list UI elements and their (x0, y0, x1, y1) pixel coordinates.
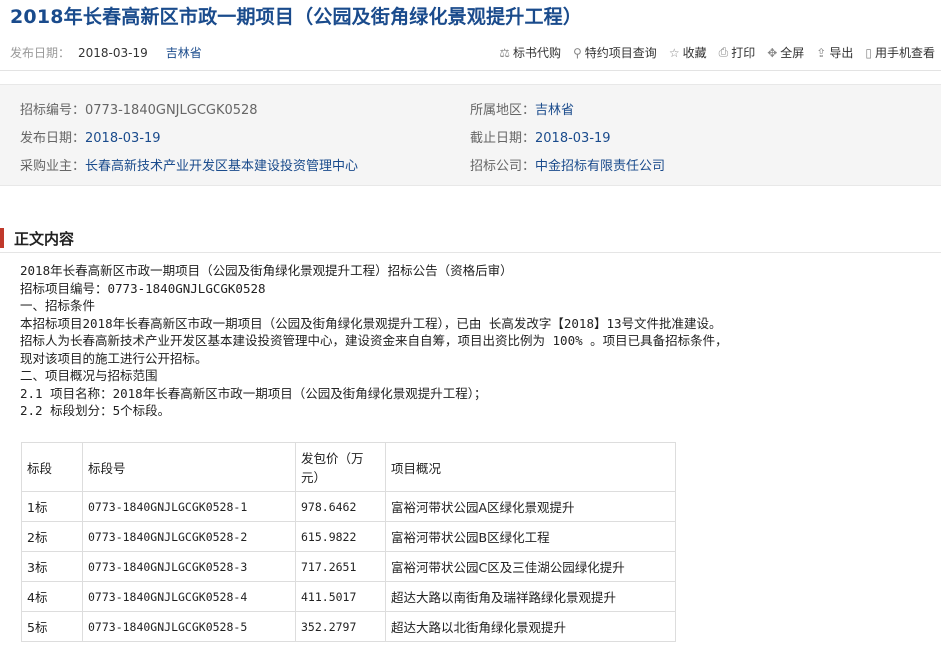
col-header-overview: 项目概况 (385, 442, 676, 492)
lot-number-cell: 0773-1840GNJLGCGK0528-1 (82, 491, 296, 522)
price-cell: 717.2651 (295, 551, 386, 582)
table-row: 3标 0773-1840GNJLGCGK0528-3 717.2651 富裕河带… (21, 551, 676, 582)
document-icon: ⚖ (499, 45, 510, 60)
table-row: 4标 0773-1840GNJLGCGK0528-4 411.5017 超达大路… (21, 581, 676, 612)
body-line: 二、项目概况与招标范围 (20, 368, 158, 383)
fullscreen-icon: ✥ (767, 45, 778, 60)
info-panel: 招标编号：0773-1840GNJLGCGK0528 所属地区：吉林省 发布日期… (0, 84, 941, 186)
owner-link[interactable]: 长春高新技术产业开发区基本建设投资管理中心 (85, 159, 358, 174)
owner-row: 采购业主：长春高新技术产业开发区基本建设投资管理中心 (20, 155, 358, 174)
overview-cell: 超达大路以北街角绿化景观提升 (385, 611, 676, 642)
price-cell: 411.5017 (295, 581, 386, 612)
col-header-price: 发包价（万元） (295, 442, 386, 492)
lot-number-cell: 0773-1840GNJLGCGK0528-2 (82, 521, 296, 552)
body-line: 现对该项目的施工进行公开招标。 (20, 350, 208, 366)
price-cell: 615.9822 (295, 521, 386, 552)
fullscreen-button[interactable]: ✥ 全屏 (767, 44, 804, 61)
body-line: 2.2 标段划分：5个标段。 (20, 403, 171, 418)
lot-number-cell: 0773-1840GNJLGCGK0528-3 (82, 551, 296, 582)
body-line: 2018年长春高新区市政一期项目（公园及街角绿化景观提升工程）招标公告（资格后审… (20, 263, 513, 278)
agency-link[interactable]: 中金招标有限责任公司 (535, 159, 665, 174)
search-icon: ⚲ (573, 45, 582, 60)
star-icon: ☆ (668, 45, 680, 60)
body-line: 2.1 项目名称：2018年长春高新区市政一期项目（公园及街角绿化景观提升工程）… (20, 385, 487, 401)
print-button[interactable]: ⎙ 打印 (719, 44, 756, 61)
publish-date: 2018-03-19 (78, 46, 148, 60)
overview-cell: 富裕河带状公园B区绿化工程 (385, 521, 676, 552)
overview-cell: 富裕河带状公园C区及三佳湖公园绿化提升 (385, 551, 676, 582)
deadline-label: 截止日期： (470, 131, 536, 146)
price-cell: 352.2797 (295, 611, 386, 642)
lots-table: 标段 标段号 发包价（万元） 项目概况 1标 0773-1840GNJLGCGK… (21, 442, 676, 642)
announcement-body: 2018年长春高新区市政一期项目（公园及街角绿化景观提升工程）招标公告（资格后审… (20, 262, 935, 420)
bid-purchase-button[interactable]: ⚖ 标书代购 (499, 44, 561, 61)
table-row: 1标 0773-1840GNJLGCGK0528-1 978.6462 富裕河带… (21, 491, 676, 522)
section-accent-bar (0, 228, 4, 248)
deadline-row: 截止日期：2018-03-19 (470, 127, 611, 146)
section-title: 正文内容 (14, 230, 75, 248)
print-icon: ⎙ (718, 45, 729, 59)
agency-label: 招标公司： (470, 159, 536, 174)
favorite-button[interactable]: ☆ 收藏 (669, 44, 707, 61)
content-section-header: 正文内容 (0, 226, 941, 253)
export-button[interactable]: ⇪ 导出 (816, 44, 853, 61)
bid-number-row: 招标编号：0773-1840GNJLGCGK0528 (20, 99, 258, 118)
region-link[interactable]: 吉林省 (535, 103, 574, 118)
table-header-row: 标段 标段号 发包价（万元） 项目概况 (21, 442, 676, 492)
col-header-lot: 标段 (21, 442, 83, 492)
col-header-lot-number: 标段号 (82, 442, 296, 492)
lot-cell: 5标 (21, 611, 83, 642)
region-label: 所属地区： (470, 103, 536, 118)
page-title: 2018年长春高新区市政一期项目（公园及街角绿化景观提升工程） (10, 6, 583, 28)
owner-label: 采购业主： (20, 159, 86, 174)
favorite-label: 收藏 (682, 46, 707, 60)
overview-cell: 富裕河带状公园A区绿化景观提升 (385, 491, 676, 522)
print-label: 打印 (731, 46, 756, 60)
project-query-label: 特约项目查询 (584, 46, 657, 60)
export-label: 导出 (829, 46, 854, 60)
agency-row: 招标公司：中金招标有限责任公司 (470, 155, 665, 174)
view-on-phone-button[interactable]: ▯ 用手机查看 (865, 44, 935, 61)
region-row: 所属地区：吉林省 (470, 99, 574, 118)
bid-number-label: 招标编号： (20, 103, 86, 118)
bid-number-value: 0773-1840GNJLGCGK0528 (85, 103, 258, 118)
publish-date-label: 发布日期： (10, 46, 71, 60)
publish-label: 发布日期： (20, 131, 86, 146)
body-line: 本招标项目2018年长春高新区市政一期项目（公园及街角绿化景观提升工程），已由 … (20, 315, 722, 331)
table-row: 2标 0773-1840GNJLGCGK0528-2 615.9822 富裕河带… (21, 521, 676, 552)
body-line: 招标项目编号：0773-1840GNJLGCGK0528 (20, 280, 266, 296)
province-link[interactable]: 吉林省 (166, 46, 202, 60)
view-on-phone-label: 用手机查看 (874, 46, 935, 60)
lot-number-cell: 0773-1840GNJLGCGK0528-5 (82, 611, 296, 642)
overview-cell: 超达大路以南街角及瑞祥路绿化景观提升 (385, 581, 676, 612)
header-divider (0, 70, 941, 71)
table-row: 5标 0773-1840GNJLGCGK0528-5 352.2797 超达大路… (21, 611, 676, 642)
lot-cell: 1标 (21, 491, 83, 522)
price-cell: 978.6462 (295, 491, 386, 522)
publish-value: 2018-03-19 (85, 131, 161, 146)
body-line: 一、招标条件 (20, 298, 96, 313)
publish-meta: 发布日期： 2018-03-19 吉林省 (10, 44, 202, 61)
phone-icon: ▯ (865, 45, 872, 60)
fullscreen-label: 全屏 (780, 46, 805, 60)
lot-cell: 3标 (21, 551, 83, 582)
export-icon: ⇪ (816, 45, 827, 60)
toolbar: ⚖ 标书代购 ⚲ 特约项目查询 ☆ 收藏 ⎙ 打印 ✥ 全屏 ⇪ 导出 ▯ 用手机查看 (499, 44, 935, 61)
lot-cell: 4标 (21, 581, 83, 612)
body-line: 招标人为长春高新技术产业开发区基本建设投资管理中心，建设资金来自自筹，项目出资比… (20, 333, 728, 348)
lot-cell: 2标 (21, 521, 83, 552)
publish-row: 发布日期：2018-03-19 (20, 127, 161, 146)
deadline-value: 2018-03-19 (535, 131, 611, 146)
project-query-button[interactable]: ⚲ 特约项目查询 (573, 44, 657, 61)
lot-number-cell: 0773-1840GNJLGCGK0528-4 (82, 581, 296, 612)
bid-purchase-label: 标书代购 (512, 46, 561, 60)
